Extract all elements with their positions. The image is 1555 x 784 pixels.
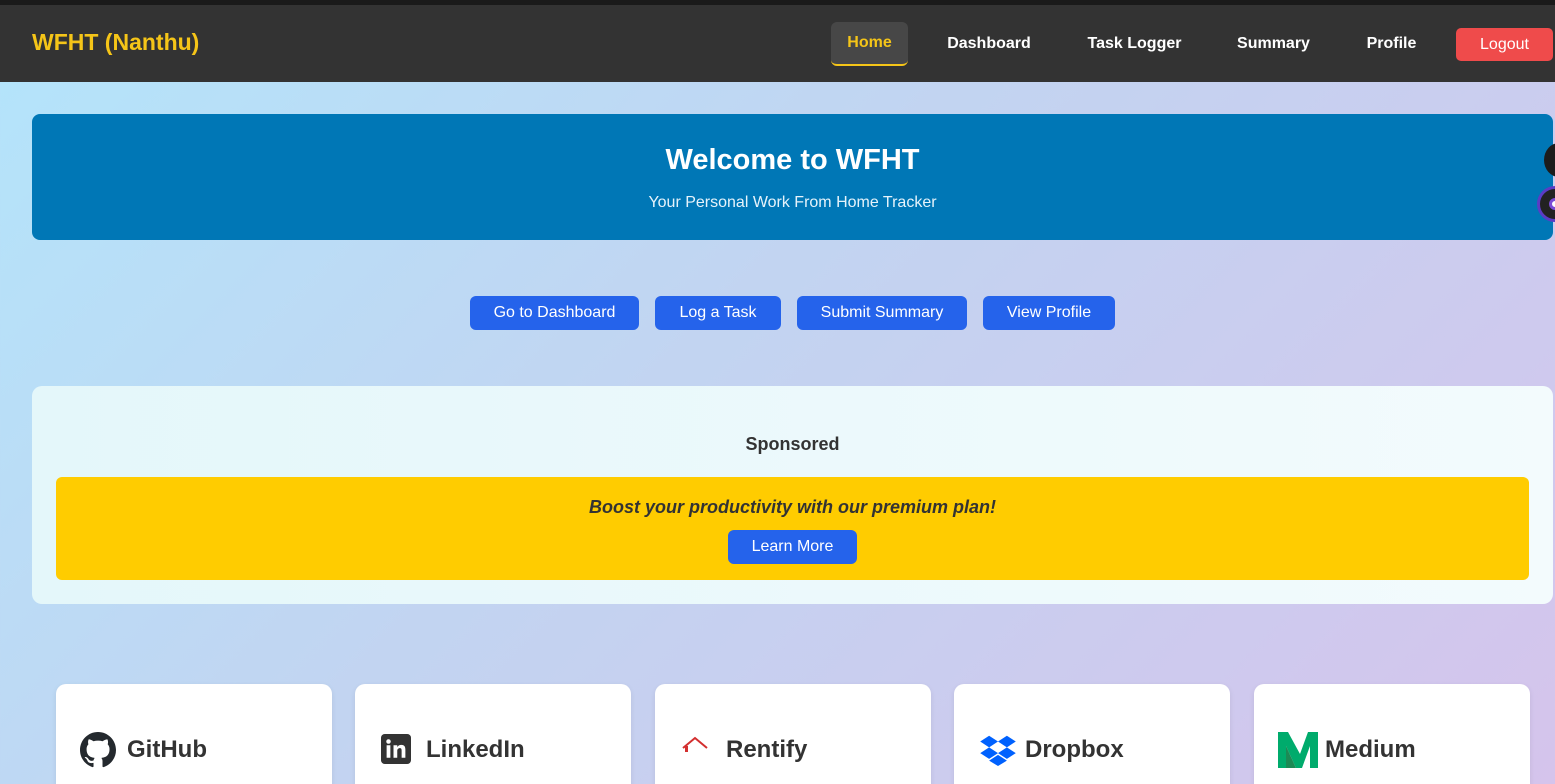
log-task-button[interactable]: Log a Task [655,296,781,330]
card-name: LinkedIn [426,736,525,763]
view-profile-button[interactable]: View Profile [983,296,1115,330]
sponsored-section: Sponsored Boost your productivity with o… [32,386,1553,604]
card-name: Dropbox [1025,736,1124,763]
sponsored-title: Sponsored [745,434,840,454]
promo-text: Boost your productivity with our premium… [588,497,996,517]
go-to-dashboard-button[interactable]: Go to Dashboard [470,296,639,330]
nav-home[interactable]: Home [831,22,908,66]
medium-icon [1278,732,1318,768]
nav-task-logger[interactable]: Task Logger [1074,22,1195,66]
card-name: Medium [1325,736,1416,763]
nav-profile[interactable]: Profile [1353,22,1430,66]
navbar: WFHT (Nanthu) Home Dashboard Task Logger… [0,5,1555,82]
card-medium[interactable]: Medium [1254,684,1530,784]
card-linkedin[interactable]: LinkedIn [355,684,631,784]
brand-title[interactable]: WFHT (Nanthu) [32,29,199,56]
card-name: Rentify [726,736,808,763]
card-rentify[interactable]: Rentify [655,684,931,784]
learn-more-button[interactable]: Learn More [728,530,857,564]
welcome-banner: Welcome to WFHT Your Personal Work From … [32,114,1553,240]
hero-title: Welcome to WFHT [665,144,920,176]
card-dropbox[interactable]: Dropbox [954,684,1230,784]
hero-subtitle: Your Personal Work From Home Tracker [648,194,937,211]
linkedin-icon [381,734,411,764]
logout-button[interactable]: Logout [1456,28,1553,61]
github-icon [80,732,116,768]
promo-banner: Boost your productivity with our premium… [56,477,1529,580]
dropbox-icon [980,735,1016,766]
card-name: GitHub [127,736,207,763]
nav-summary[interactable]: Summary [1223,22,1324,66]
submit-summary-button[interactable]: Submit Summary [797,296,967,330]
nav-dashboard[interactable]: Dashboard [933,22,1045,66]
card-github[interactable]: GitHub [56,684,332,784]
quick-actions: Go to Dashboard Log a Task Submit Summar… [0,296,1555,330]
rentify-logo [682,736,708,752]
